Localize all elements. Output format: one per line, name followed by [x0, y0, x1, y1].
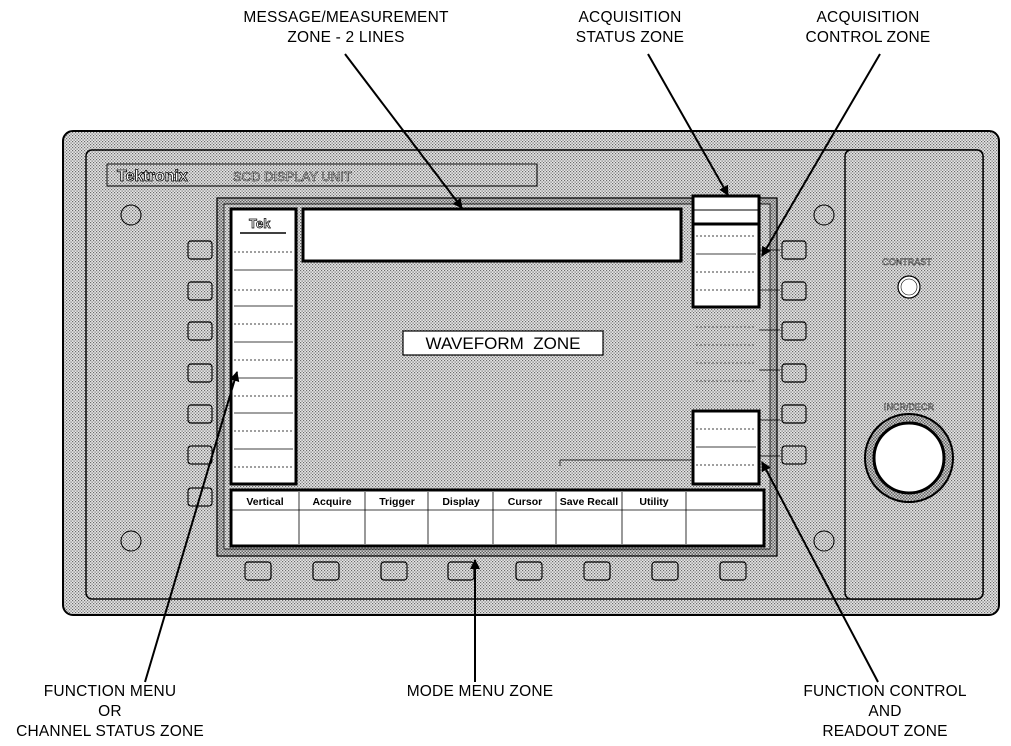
tek-label: Tek: [249, 216, 271, 231]
bottom-button-4[interactable]: [447, 561, 475, 581]
right-button-6[interactable]: [781, 445, 807, 465]
mode-tab-utility[interactable]: Utility: [639, 496, 668, 508]
acquisition-control-zone: [691, 222, 761, 309]
screw-top-left: [120, 204, 142, 226]
knob-label: INCR/DECR: [884, 402, 935, 412]
left-button-5[interactable]: [187, 404, 213, 424]
mode-tab-save-recall[interactable]: Save Recall: [560, 496, 618, 508]
right-button-5[interactable]: [781, 404, 807, 424]
right-button-3[interactable]: [781, 321, 807, 341]
bottom-button-8[interactable]: [719, 561, 747, 581]
left-button-1[interactable]: [187, 240, 213, 260]
incr-decr-knob-inner: [872, 421, 946, 495]
function-menu-zone: [229, 207, 298, 486]
right-button-1[interactable]: [781, 240, 807, 260]
bottom-button-7[interactable]: [651, 561, 679, 581]
bottom-button-6[interactable]: [583, 561, 611, 581]
left-button-3[interactable]: [187, 321, 213, 341]
bottom-button-2[interactable]: [312, 561, 340, 581]
brand-name: Tektronix: [117, 168, 188, 185]
bottom-button-5[interactable]: [515, 561, 543, 581]
left-button-2[interactable]: [187, 281, 213, 301]
control-area: [844, 149, 984, 600]
screw-bottom-right: [813, 530, 835, 552]
function-control-readout-zone: [691, 409, 761, 486]
mode-tab-cursor[interactable]: Cursor: [508, 496, 542, 508]
left-button-6[interactable]: [187, 445, 213, 465]
mode-tab-vertical[interactable]: Vertical: [246, 496, 283, 508]
message-measurement-zone: [301, 207, 683, 263]
display-unit-diagram: Tektronix SCD DISPLAY UNIT Tek WAVEFORM …: [62, 53, 1000, 683]
screw-bottom-left: [120, 530, 142, 552]
bottom-button-1[interactable]: [244, 561, 272, 581]
mode-tab-trigger[interactable]: Trigger: [379, 496, 415, 508]
contrast-label: CONTRAST: [882, 257, 932, 267]
right-button-2[interactable]: [781, 281, 807, 301]
unit-name: SCD DISPLAY UNIT: [233, 169, 352, 184]
screw-top-right: [813, 204, 835, 226]
waveform-zone-label: WAVEFORM ZONE: [426, 334, 581, 353]
mode-menu-zone: [229, 488, 766, 548]
right-button-4[interactable]: [781, 363, 807, 383]
mode-tab-acquire[interactable]: Acquire: [312, 496, 351, 508]
left-button-4[interactable]: [187, 363, 213, 383]
bottom-button-3[interactable]: [380, 561, 408, 581]
mode-tab-display[interactable]: Display: [442, 496, 480, 508]
